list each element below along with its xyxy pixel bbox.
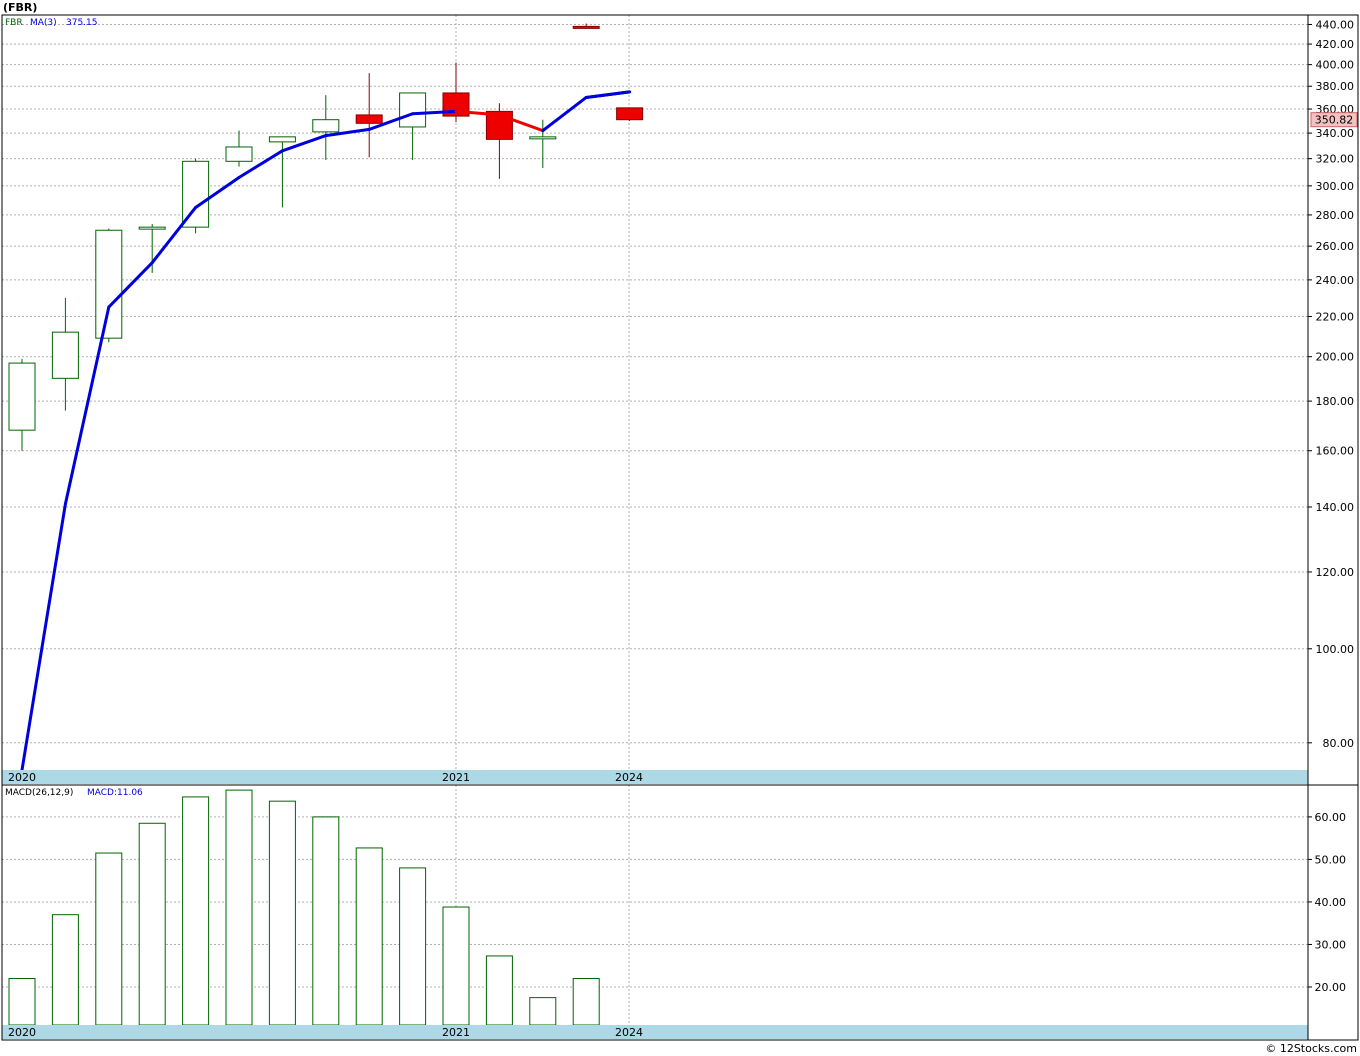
macd-tick-label: 40.00: [1315, 896, 1347, 909]
price-x-label: 2021: [442, 771, 470, 784]
candle: [182, 158, 210, 234]
macd-x-label: 2021: [442, 1026, 470, 1039]
price-tick-label: 160.00: [1316, 445, 1355, 458]
macd-bar: [8, 977, 36, 1026]
macd-tick-label: 30.00: [1315, 938, 1347, 951]
macd-bar: [51, 914, 79, 1026]
candle-body: [312, 119, 340, 133]
price-tick-label: 260.00: [1316, 240, 1355, 253]
price-x-axis-band: [2, 770, 1308, 784]
last-price-flag: 350.82: [1310, 112, 1358, 128]
price-tick-label: 80.00: [1323, 737, 1355, 750]
candle: [616, 107, 644, 121]
legend-macd-value: MACD:11.06: [87, 788, 143, 798]
candle-body: [616, 107, 644, 121]
price-tick-label: 220.00: [1316, 311, 1355, 324]
price-legend: FBR MA(3) 375.15: [5, 18, 98, 28]
price-tick-label: 240.00: [1316, 274, 1355, 287]
candle-body: [95, 229, 123, 339]
price-tick-label: 100.00: [1316, 643, 1355, 656]
macd-tick-label: 50.00: [1315, 853, 1347, 866]
price-tick-label: 180.00: [1316, 395, 1355, 408]
macd-x-label: 2024: [615, 1026, 643, 1039]
price-tick-label: 280.00: [1316, 209, 1355, 222]
macd-bar: [485, 955, 513, 1026]
macd-bar: [399, 867, 427, 1026]
legend-macd-label: MACD(26,12,9): [5, 788, 73, 798]
price-tick-label: 440.00: [1316, 18, 1355, 31]
macd-bar: [572, 977, 600, 1026]
macd-bar: [442, 906, 470, 1026]
macd-bar: [312, 816, 340, 1026]
last-price-label: 350.82: [1315, 114, 1354, 127]
candle-body: [225, 146, 253, 162]
watermark: © 12Stocks.com: [1265, 1042, 1357, 1055]
price-tick-label: 320.00: [1316, 153, 1355, 166]
candle-body: [51, 331, 79, 379]
candle-body: [529, 136, 557, 140]
price-tick-label: 400.00: [1316, 59, 1355, 72]
chart-title: (FBR): [3, 1, 37, 14]
legend-ma-label: MA(3): [30, 18, 57, 28]
macd-bar: [95, 852, 123, 1026]
macd-bar: [529, 997, 557, 1026]
macd-bar: [355, 847, 383, 1026]
candle-body: [399, 92, 427, 128]
macd-bar: [268, 800, 296, 1026]
price-tick-label: 120.00: [1316, 566, 1355, 579]
candle: [95, 228, 123, 343]
stock-chart: (FBR) 80.00 100.00 120.00 140.00 160.00 180.0…: [1, 1, 1359, 1055]
macd-x-axis-band: [2, 1025, 1308, 1039]
price-tick-label: 340.00: [1316, 127, 1355, 140]
macd-bar: [225, 789, 253, 1026]
candle-body: [138, 226, 166, 230]
price-x-label: 2024: [615, 771, 643, 784]
macd-bar: [138, 822, 166, 1026]
price-tick-label: 140.00: [1316, 501, 1355, 514]
price-tick-label: 420.00: [1316, 38, 1355, 51]
legend-ma-value: 375.15: [66, 18, 98, 28]
price-tick-label: 380.00: [1316, 80, 1355, 93]
macd-x-label: 2020: [8, 1026, 36, 1039]
candle-body: [572, 25, 600, 29]
price-tick-label: 200.00: [1316, 351, 1355, 364]
macd-bar: [182, 796, 210, 1026]
candle-body: [268, 136, 296, 143]
price-x-label: 2020: [8, 771, 36, 784]
macd-tick-label: 20.00: [1315, 981, 1347, 994]
candle-body: [355, 114, 383, 124]
macd-tick-label: 60.00: [1315, 811, 1347, 824]
candle-body: [8, 362, 36, 431]
price-tick-label: 300.00: [1316, 180, 1355, 193]
legend-symbol: FBR: [5, 18, 23, 28]
